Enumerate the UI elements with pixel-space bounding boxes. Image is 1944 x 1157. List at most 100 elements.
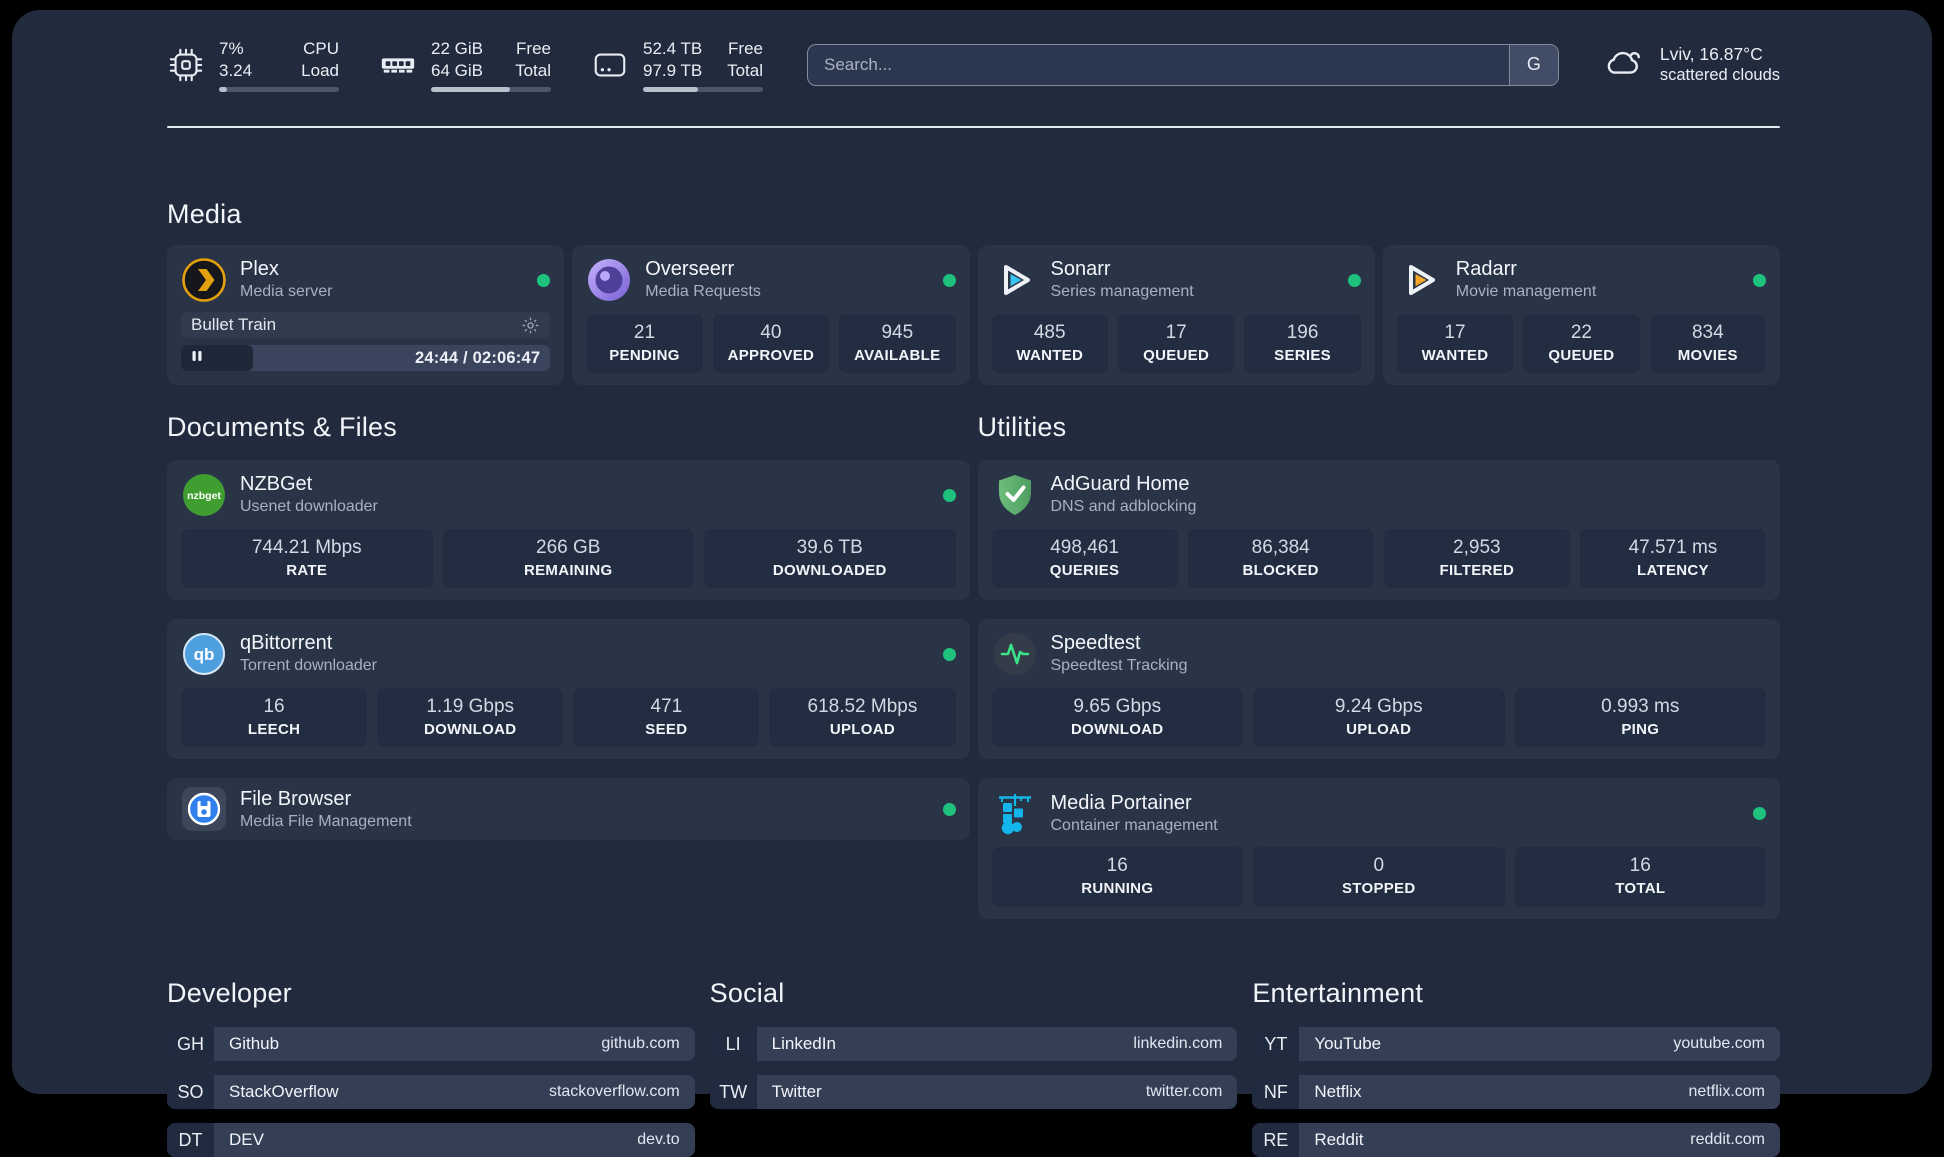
bookmark-reddit[interactable]: RE Reddit reddit.com xyxy=(1252,1123,1780,1157)
social-section-title: Social xyxy=(709,977,785,1008)
documents-section-title: Documents & Files xyxy=(167,412,397,443)
playback-time: 24:44 / 02:06:47 xyxy=(415,348,541,367)
app-name: Sonarr xyxy=(1050,258,1111,281)
filebrowser-card[interactable]: File Browser Media File Management xyxy=(167,778,970,841)
status-dot xyxy=(942,273,956,287)
weather-condition: scattered clouds xyxy=(1659,66,1780,85)
bookmark-linkedin[interactable]: LI LinkedIn linkedin.com xyxy=(709,1027,1238,1062)
plex-card[interactable]: Plex Media server Bullet Train 24:44 / 0… xyxy=(167,245,565,386)
media-grid: Plex Media server Bullet Train 24:44 / 0… xyxy=(167,245,1780,386)
session-settings-icon[interactable] xyxy=(521,316,540,335)
svg-text:qb: qb xyxy=(194,645,215,664)
portainer-card[interactable]: Media Portainer Container management 16 … xyxy=(977,778,1780,919)
now-playing-title: Bullet Train xyxy=(191,315,277,335)
stat-download: 1.19 Gbps DOWNLOAD xyxy=(377,688,564,748)
documents-column: Documents & Files nzbget NZBGet Usenet d… xyxy=(167,411,970,918)
bookmark-url: linkedin.com xyxy=(1133,1035,1223,1053)
weather-location-temp: Lviv, 16.87°C xyxy=(1659,43,1763,64)
app-subtitle: Container management xyxy=(1050,816,1218,834)
bookmark-dev[interactable]: DT DEV dev.to xyxy=(167,1123,695,1157)
top-bar: 7% 3.24 CPU Load 22 GiB 64 GiB Free Tota… xyxy=(167,38,1780,92)
speedtest-card[interactable]: Speedtest Speedtest Tracking 9.65 Gbps D… xyxy=(977,619,1780,760)
cpu-usage-label: CPU xyxy=(303,39,339,58)
app-subtitle: DNS and adblocking xyxy=(1050,498,1197,516)
cpu-load-label: Load xyxy=(301,60,339,80)
storage-stat: 52.4 TB 97.9 TB Free Total xyxy=(591,38,763,92)
status-dot xyxy=(1347,273,1361,287)
developer-section-title: Developer xyxy=(167,977,292,1008)
social-column: Social LI LinkedIn linkedin.com TW Twitt… xyxy=(709,977,1238,1157)
entertainment-section-title: Entertainment xyxy=(1252,977,1424,1008)
radarr-icon xyxy=(1397,257,1443,303)
storage-total-value: 97.9 TB xyxy=(643,60,703,80)
bookmark-abbr: LI xyxy=(709,1027,757,1062)
qbittorrent-icon: qb xyxy=(181,631,227,677)
speedtest-icon xyxy=(992,631,1038,677)
utilities-column: Utilities AdGuard Home DNS and adblockin… xyxy=(977,411,1780,919)
status-dot xyxy=(537,273,551,287)
status-dot xyxy=(942,488,956,502)
stat-movies: 834 MOVIES xyxy=(1649,314,1767,374)
bookmark-url: reddit.com xyxy=(1690,1131,1765,1149)
adguard-icon xyxy=(992,472,1038,518)
stat-wanted: 485 WANTED xyxy=(991,314,1108,374)
sonarr-card[interactable]: Sonarr Series management 485 WANTED 17 Q… xyxy=(977,245,1375,386)
cpu-usage-value: 7% xyxy=(219,39,244,58)
stat-latency: 47.571 ms LATENCY xyxy=(1579,529,1766,589)
entertainment-column: Entertainment YT YouTube youtube.com NF … xyxy=(1252,977,1780,1157)
stat-blocked: 86,384 BLOCKED xyxy=(1187,529,1374,589)
memory-icon xyxy=(379,46,417,84)
status-dot xyxy=(1753,273,1766,287)
bookmark-netflix[interactable]: NF Netflix netflix.com xyxy=(1252,1075,1780,1110)
stat-stopped: 0 STOPPED xyxy=(1253,847,1505,907)
nzbget-icon: nzbget xyxy=(181,472,227,518)
adguard-card[interactable]: AdGuard Home DNS and adblocking 498,461 … xyxy=(977,460,1780,601)
dashboard-panel: 7% 3.24 CPU Load 22 GiB 64 GiB Free Tota… xyxy=(12,10,1932,1157)
app-subtitle: Media File Management xyxy=(240,812,412,830)
stat-available: 945 AVAILABLE xyxy=(839,314,956,374)
bookmark-abbr: NF xyxy=(1252,1075,1300,1110)
nzbget-card[interactable]: nzbget NZBGet Usenet downloader 744.21 M… xyxy=(167,460,970,601)
stat-pending: 21 PENDING xyxy=(586,314,703,374)
storage-icon xyxy=(591,46,629,84)
pause-icon xyxy=(190,349,204,368)
bookmark-abbr: DT xyxy=(167,1123,214,1157)
header-divider xyxy=(167,125,1780,128)
plex-icon xyxy=(181,257,227,303)
status-dot xyxy=(942,647,956,661)
stat-queries: 498,461 QUERIES xyxy=(991,529,1178,589)
bookmark-url: stackoverflow.com xyxy=(548,1083,680,1101)
search-bar: G xyxy=(807,43,1559,86)
radarr-card[interactable]: Radarr Movie management 17 WANTED 22 QUE… xyxy=(1382,245,1780,386)
bookmark-twitter[interactable]: TW Twitter twitter.com xyxy=(709,1075,1238,1110)
stat-total: 16 TOTAL xyxy=(1514,847,1766,907)
bookmark-url: github.com xyxy=(601,1035,680,1053)
bookmark-name: StackOverflow xyxy=(229,1082,339,1102)
cloud-icon xyxy=(1601,40,1645,89)
now-playing-row: Bullet Train xyxy=(181,312,550,338)
app-name: Radarr xyxy=(1455,258,1517,281)
bookmark-github[interactable]: GH Github github.com xyxy=(167,1027,695,1062)
app-name: NZBGet xyxy=(240,473,313,496)
bookmark-stackoverflow[interactable]: SO StackOverflow stackoverflow.com xyxy=(167,1075,695,1110)
stat-leech: 16 LEECH xyxy=(181,688,368,748)
stat-seed: 471 SEED xyxy=(573,688,760,748)
qbittorrent-card[interactable]: qb qBittorrent Torrent downloader 16 LEE… xyxy=(167,619,970,760)
stat-queued: 22 QUEUED xyxy=(1523,314,1640,374)
memory-total-value: 64 GiB xyxy=(431,60,483,80)
app-subtitle: Torrent downloader xyxy=(240,657,377,675)
stat-series: 196 SERIES xyxy=(1244,314,1361,374)
search-engine-button[interactable]: G xyxy=(1508,44,1558,85)
memory-progress-bar xyxy=(431,86,551,92)
overseerr-card[interactable]: Overseerr Media Requests 21 PENDING 40 A… xyxy=(572,245,970,386)
bookmark-name: Netflix xyxy=(1314,1082,1362,1102)
bookmark-youtube[interactable]: YT YouTube youtube.com xyxy=(1252,1027,1780,1062)
status-dot xyxy=(1753,806,1766,820)
app-name: Plex xyxy=(240,258,279,281)
stat-upload: 618.52 Mbps UPLOAD xyxy=(769,688,956,748)
weather-widget: Lviv, 16.87°C scattered clouds xyxy=(1601,40,1780,89)
filebrowser-icon xyxy=(181,786,227,832)
playback-progress-bar[interactable]: 24:44 / 02:06:47 xyxy=(181,345,551,372)
search-input[interactable] xyxy=(808,44,1509,85)
bookmark-name: DEV xyxy=(229,1130,264,1150)
